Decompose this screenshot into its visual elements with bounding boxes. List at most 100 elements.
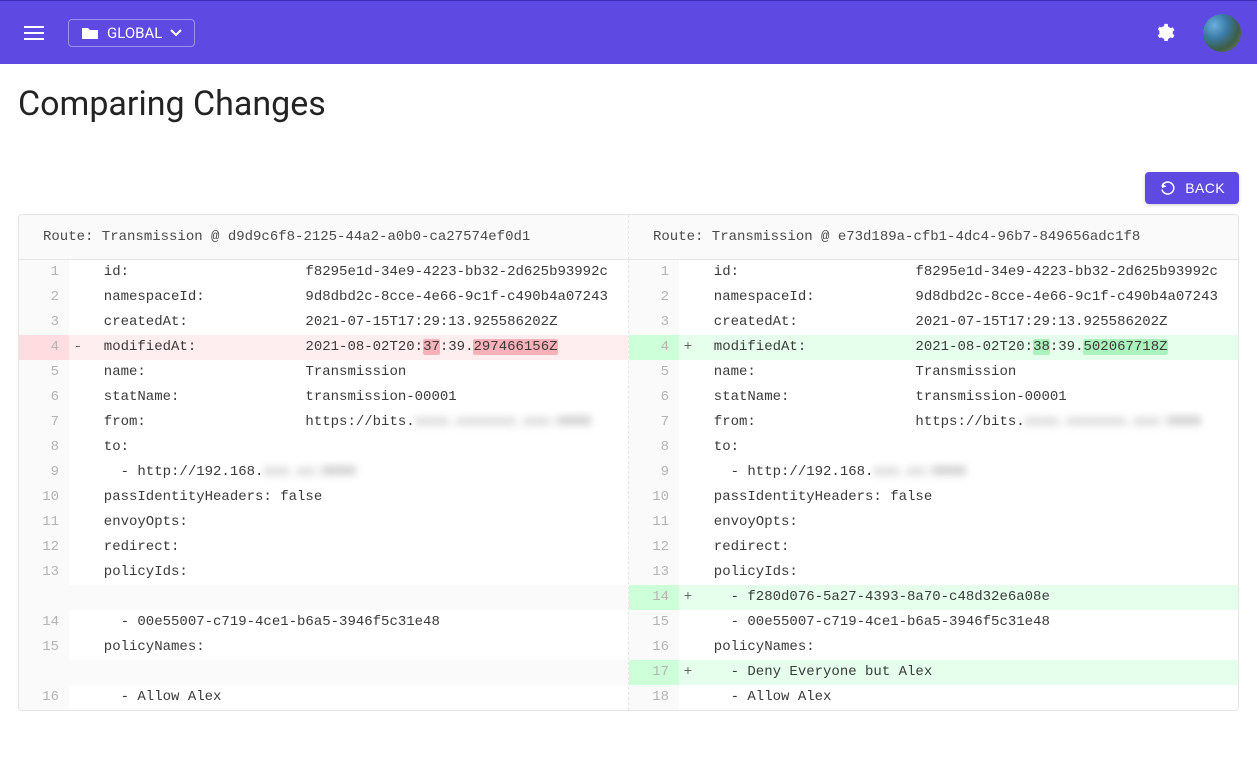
diff-line: 13 policyIds: <box>19 560 628 585</box>
diff-marker <box>69 460 87 485</box>
code-content: redirect: <box>87 535 628 560</box>
diff-marker <box>679 410 697 435</box>
diff-line: 4+ modifiedAt: 2021-08-02T20:38:39.50206… <box>629 335 1238 360</box>
line-number: 4 <box>19 335 69 360</box>
line-number: 16 <box>629 635 679 660</box>
diff-line: 5 name: Transmission <box>629 360 1238 385</box>
diff-line: 1 id: f8295e1d-34e9-4223-bb32-2d625b9399… <box>19 260 628 285</box>
line-number: 1 <box>19 260 69 285</box>
diff-line: 9 - http://192.168.xxx.xx:0000 <box>19 460 628 485</box>
code-content: - Allow Alex <box>697 685 1238 710</box>
code-content: modifiedAt: 2021-08-02T20:37:39.29746615… <box>87 335 628 360</box>
line-number: 15 <box>19 635 69 660</box>
page-title: Comparing Changes <box>18 84 1239 124</box>
code-content: namespaceId: 9d8dbd2c-8cce-4e66-9c1f-c49… <box>87 285 628 310</box>
code-content: envoyOpts: <box>697 510 1238 535</box>
diff-marker <box>679 310 697 335</box>
scope-selector[interactable]: GLOBAL <box>68 19 195 47</box>
code-content: id: f8295e1d-34e9-4223-bb32-2d625b93992c <box>87 260 628 285</box>
diff-marker <box>69 510 87 535</box>
diff-line: 11 envoyOpts: <box>629 510 1238 535</box>
diff-marker <box>679 635 697 660</box>
chevron-down-icon <box>170 29 182 37</box>
diff-line: 8 to: <box>19 435 628 460</box>
diff-marker <box>679 435 697 460</box>
line-number: 9 <box>629 460 679 485</box>
line-number: 12 <box>629 535 679 560</box>
diff-marker <box>69 535 87 560</box>
line-number: 1 <box>629 260 679 285</box>
diff-marker <box>69 435 87 460</box>
diff-marker <box>679 360 697 385</box>
header-actions <box>1147 14 1241 52</box>
code-content: statName: transmission-00001 <box>697 385 1238 410</box>
diff-line: 18 - Allow Alex <box>629 685 1238 710</box>
diff-line: 5 name: Transmission <box>19 360 628 385</box>
diff-marker: + <box>679 585 697 610</box>
line-number: 10 <box>629 485 679 510</box>
diff-marker <box>69 660 87 685</box>
line-number: 9 <box>19 460 69 485</box>
gear-icon <box>1155 23 1175 43</box>
line-number: 8 <box>19 435 69 460</box>
line-number: 12 <box>19 535 69 560</box>
line-number: 13 <box>629 560 679 585</box>
diff-marker <box>69 560 87 585</box>
diff-line: 7 from: https://bits.xxxx.xxxxxxx.xxx:00… <box>19 410 628 435</box>
diff-line: 9 - http://192.168.xxx.xx:0000 <box>629 460 1238 485</box>
undo-icon <box>1159 179 1177 197</box>
code-content: passIdentityHeaders: false <box>87 485 628 510</box>
line-number: 5 <box>19 360 69 385</box>
diff-marker <box>69 485 87 510</box>
settings-button[interactable] <box>1147 15 1183 51</box>
scope-label: GLOBAL <box>107 24 162 42</box>
code-content: envoyOpts: <box>87 510 628 535</box>
diff-marker <box>679 685 697 710</box>
diff-line: 10 passIdentityHeaders: false <box>629 485 1238 510</box>
diff-marker <box>679 560 697 585</box>
code-content: - Allow Alex <box>87 685 628 710</box>
page-content: Comparing Changes BACK Route: Transmissi… <box>0 64 1257 751</box>
diff-marker <box>679 510 697 535</box>
line-number: 15 <box>629 610 679 635</box>
line-number: 13 <box>19 560 69 585</box>
app-header: GLOBAL <box>0 0 1257 64</box>
line-number: 11 <box>629 510 679 535</box>
code-content: id: f8295e1d-34e9-4223-bb32-2d625b93992c <box>697 260 1238 285</box>
diff-marker <box>679 260 697 285</box>
diff-marker <box>679 535 697 560</box>
diff-header-right: Route: Transmission @ e73d189a-cfb1-4dc4… <box>629 215 1238 260</box>
line-number: 8 <box>629 435 679 460</box>
line-number: 16 <box>19 685 69 710</box>
diff-marker <box>69 385 87 410</box>
line-number: 10 <box>19 485 69 510</box>
diff-line: 2 namespaceId: 9d8dbd2c-8cce-4e66-9c1f-c… <box>629 285 1238 310</box>
line-number: 3 <box>19 310 69 335</box>
code-content <box>87 585 628 610</box>
code-content: policyNames: <box>87 635 628 660</box>
code-content <box>87 660 628 685</box>
code-content: policyNames: <box>697 635 1238 660</box>
avatar[interactable] <box>1203 14 1241 52</box>
diff-right-column: 1 id: f8295e1d-34e9-4223-bb32-2d625b9399… <box>629 260 1238 710</box>
line-number: 6 <box>19 385 69 410</box>
diff-line: 10 passIdentityHeaders: false <box>19 485 628 510</box>
diff-line: 3 createdAt: 2021-07-15T17:29:13.9255862… <box>19 310 628 335</box>
code-content: name: Transmission <box>87 360 628 385</box>
diff-marker <box>679 485 697 510</box>
diff-marker <box>69 685 87 710</box>
diff-line: 11 envoyOpts: <box>19 510 628 535</box>
diff-line: 14+ - f280d076-5a27-4393-8a70-c48d32e6a0… <box>629 585 1238 610</box>
folder-icon <box>81 26 99 40</box>
diff-marker <box>679 460 697 485</box>
diff-line: 7 from: https://bits.xxxx.xxxxxxx.xxx:00… <box>629 410 1238 435</box>
code-content: - f280d076-5a27-4393-8a70-c48d32e6a08e <box>697 585 1238 610</box>
line-number <box>19 660 69 685</box>
menu-button[interactable] <box>16 15 52 51</box>
code-content: - http://192.168.xxx.xx:0000 <box>87 460 628 485</box>
code-content: namespaceId: 9d8dbd2c-8cce-4e66-9c1f-c49… <box>697 285 1238 310</box>
code-content: - Deny Everyone but Alex <box>697 660 1238 685</box>
back-button[interactable]: BACK <box>1145 172 1239 204</box>
back-label: BACK <box>1185 180 1225 196</box>
diff-marker <box>69 410 87 435</box>
